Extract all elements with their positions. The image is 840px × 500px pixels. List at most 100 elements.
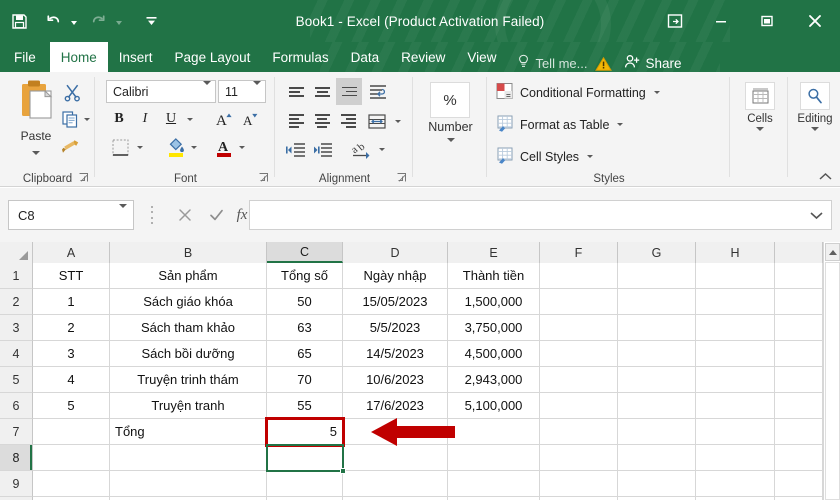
orientation-dropdown-icon[interactable]	[376, 142, 387, 156]
cell-E1[interactable]: Thành tiền	[448, 263, 540, 289]
row-header-1[interactable]: 1	[0, 263, 33, 289]
cell-x1[interactable]	[775, 263, 823, 289]
row-header-8[interactable]: 8	[0, 445, 33, 471]
row-header-4[interactable]: 4	[0, 341, 33, 367]
borders-dropdown-icon[interactable]	[134, 140, 145, 154]
font-family-combo[interactable]: Calibri	[106, 80, 216, 103]
expand-formula-bar-icon[interactable]	[810, 208, 823, 223]
vertical-scrollbar[interactable]	[823, 242, 840, 500]
minimize-button[interactable]	[698, 0, 744, 42]
name-box[interactable]: C8	[8, 200, 134, 230]
cell-B5[interactable]: Truyện trinh thám	[110, 367, 267, 393]
worksheet-grid[interactable]: STT Sản phẩm Tổng số Ngày nhập Thành tiền 1 Sá…	[0, 242, 840, 500]
font-color-icon[interactable]: A	[212, 134, 236, 160]
cell-A9[interactable]	[33, 471, 110, 497]
formula-bar-grip[interactable]	[148, 206, 156, 224]
cell-H1[interactable]	[696, 263, 775, 289]
tab-home[interactable]: Home	[49, 42, 108, 72]
tab-insert[interactable]: Insert	[108, 42, 164, 72]
select-all-corner[interactable]	[0, 242, 33, 263]
borders-icon[interactable]	[108, 135, 132, 159]
cut-scissors-icon[interactable]	[58, 80, 86, 104]
cell-G5[interactable]	[618, 367, 696, 393]
cell-H6[interactable]	[696, 393, 775, 419]
cell-D2[interactable]: 15/05/2023	[343, 289, 448, 315]
cell-F5[interactable]	[540, 367, 618, 393]
close-button[interactable]	[790, 0, 840, 42]
cell-H5[interactable]	[696, 367, 775, 393]
merge-dropdown-icon[interactable]	[392, 114, 403, 128]
alignment-dialog-launcher[interactable]	[397, 173, 406, 184]
cell-C8[interactable]	[267, 445, 343, 471]
column-header-partial[interactable]	[775, 242, 823, 263]
row-header-9[interactable]: 9	[0, 471, 33, 497]
customize-qat-icon[interactable]	[136, 6, 166, 36]
column-header-H[interactable]: H	[696, 242, 775, 263]
cell-x3[interactable]	[775, 315, 823, 341]
cell-C4[interactable]: 65	[267, 341, 343, 367]
tab-view[interactable]: View	[456, 42, 507, 72]
increase-font-size-icon[interactable]: A	[212, 107, 236, 131]
font-dialog-launcher[interactable]	[259, 173, 268, 184]
cell-C9[interactable]	[267, 471, 343, 497]
format-painter-icon[interactable]	[56, 134, 84, 158]
column-header-E[interactable]: E	[448, 242, 540, 263]
cell-x8[interactable]	[775, 445, 823, 471]
cell-A2[interactable]: 1	[33, 289, 110, 315]
cell-F3[interactable]	[540, 315, 618, 341]
underline-dropdown-icon[interactable]	[184, 112, 195, 126]
column-header-D[interactable]: D	[343, 242, 448, 263]
cell-B2[interactable]: Sách giáo khóa	[110, 289, 267, 315]
cell-B4[interactable]: Sách bồi dưỡng	[110, 341, 267, 367]
format-as-table-button[interactable]: Format as Table	[496, 114, 624, 135]
cell-E4[interactable]: 4,500,000	[448, 341, 540, 367]
column-header-A[interactable]: A	[33, 242, 110, 263]
align-center-icon[interactable]	[310, 109, 334, 133]
decrease-font-size-icon[interactable]: A	[238, 107, 262, 131]
merge-and-center-icon[interactable]	[365, 109, 389, 133]
cell-F9[interactable]	[540, 471, 618, 497]
cell-H7[interactable]	[696, 419, 775, 445]
cell-E7[interactable]	[448, 419, 540, 445]
cell-E8[interactable]	[448, 445, 540, 471]
cell-G1[interactable]	[618, 263, 696, 289]
cell-G6[interactable]	[618, 393, 696, 419]
warning-triangle-icon[interactable]	[595, 56, 613, 72]
cell-A3[interactable]: 2	[33, 315, 110, 341]
save-icon[interactable]	[4, 6, 34, 36]
cell-x9[interactable]	[775, 471, 823, 497]
share-button[interactable]: Share	[624, 54, 682, 72]
restore-button[interactable]	[744, 0, 790, 42]
fill-color-dropdown-icon[interactable]	[188, 140, 199, 154]
cell-G8[interactable]	[618, 445, 696, 471]
cell-F1[interactable]	[540, 263, 618, 289]
column-header-C[interactable]: C	[267, 242, 343, 263]
copy-dropdown-icon[interactable]	[82, 112, 92, 126]
cell-H4[interactable]	[696, 341, 775, 367]
collapse-ribbon-icon[interactable]	[819, 172, 832, 184]
align-middle-icon[interactable]	[310, 80, 334, 104]
decrease-indent-icon[interactable]	[282, 138, 308, 162]
cell-D1[interactable]: Ngày nhập	[343, 263, 448, 289]
conditional-formatting-button[interactable]: Conditional Formatting	[496, 82, 660, 103]
tell-me-box[interactable]: Tell me...	[517, 54, 587, 72]
cancel-formula-icon[interactable]	[170, 200, 200, 230]
orientation-icon[interactable]: ab	[348, 136, 374, 162]
cell-B9[interactable]	[110, 471, 267, 497]
cell-E9[interactable]	[448, 471, 540, 497]
tab-formulas[interactable]: Formulas	[261, 42, 339, 72]
cell-A1[interactable]: STT	[33, 263, 110, 289]
scrollbar-track[interactable]	[825, 262, 840, 500]
font-color-dropdown-icon[interactable]	[236, 140, 247, 154]
undo-icon[interactable]	[38, 6, 68, 36]
cell-D8[interactable]	[343, 445, 448, 471]
align-right-icon[interactable]	[336, 109, 360, 133]
cell-x5[interactable]	[775, 367, 823, 393]
clipboard-dialog-launcher[interactable]	[79, 173, 88, 184]
underline-button[interactable]: U	[160, 107, 182, 131]
row-header-5[interactable]: 5	[0, 367, 33, 393]
row-header-6[interactable]: 6	[0, 393, 33, 419]
cell-x4[interactable]	[775, 341, 823, 367]
cell-x6[interactable]	[775, 393, 823, 419]
column-header-B[interactable]: B	[110, 242, 267, 263]
